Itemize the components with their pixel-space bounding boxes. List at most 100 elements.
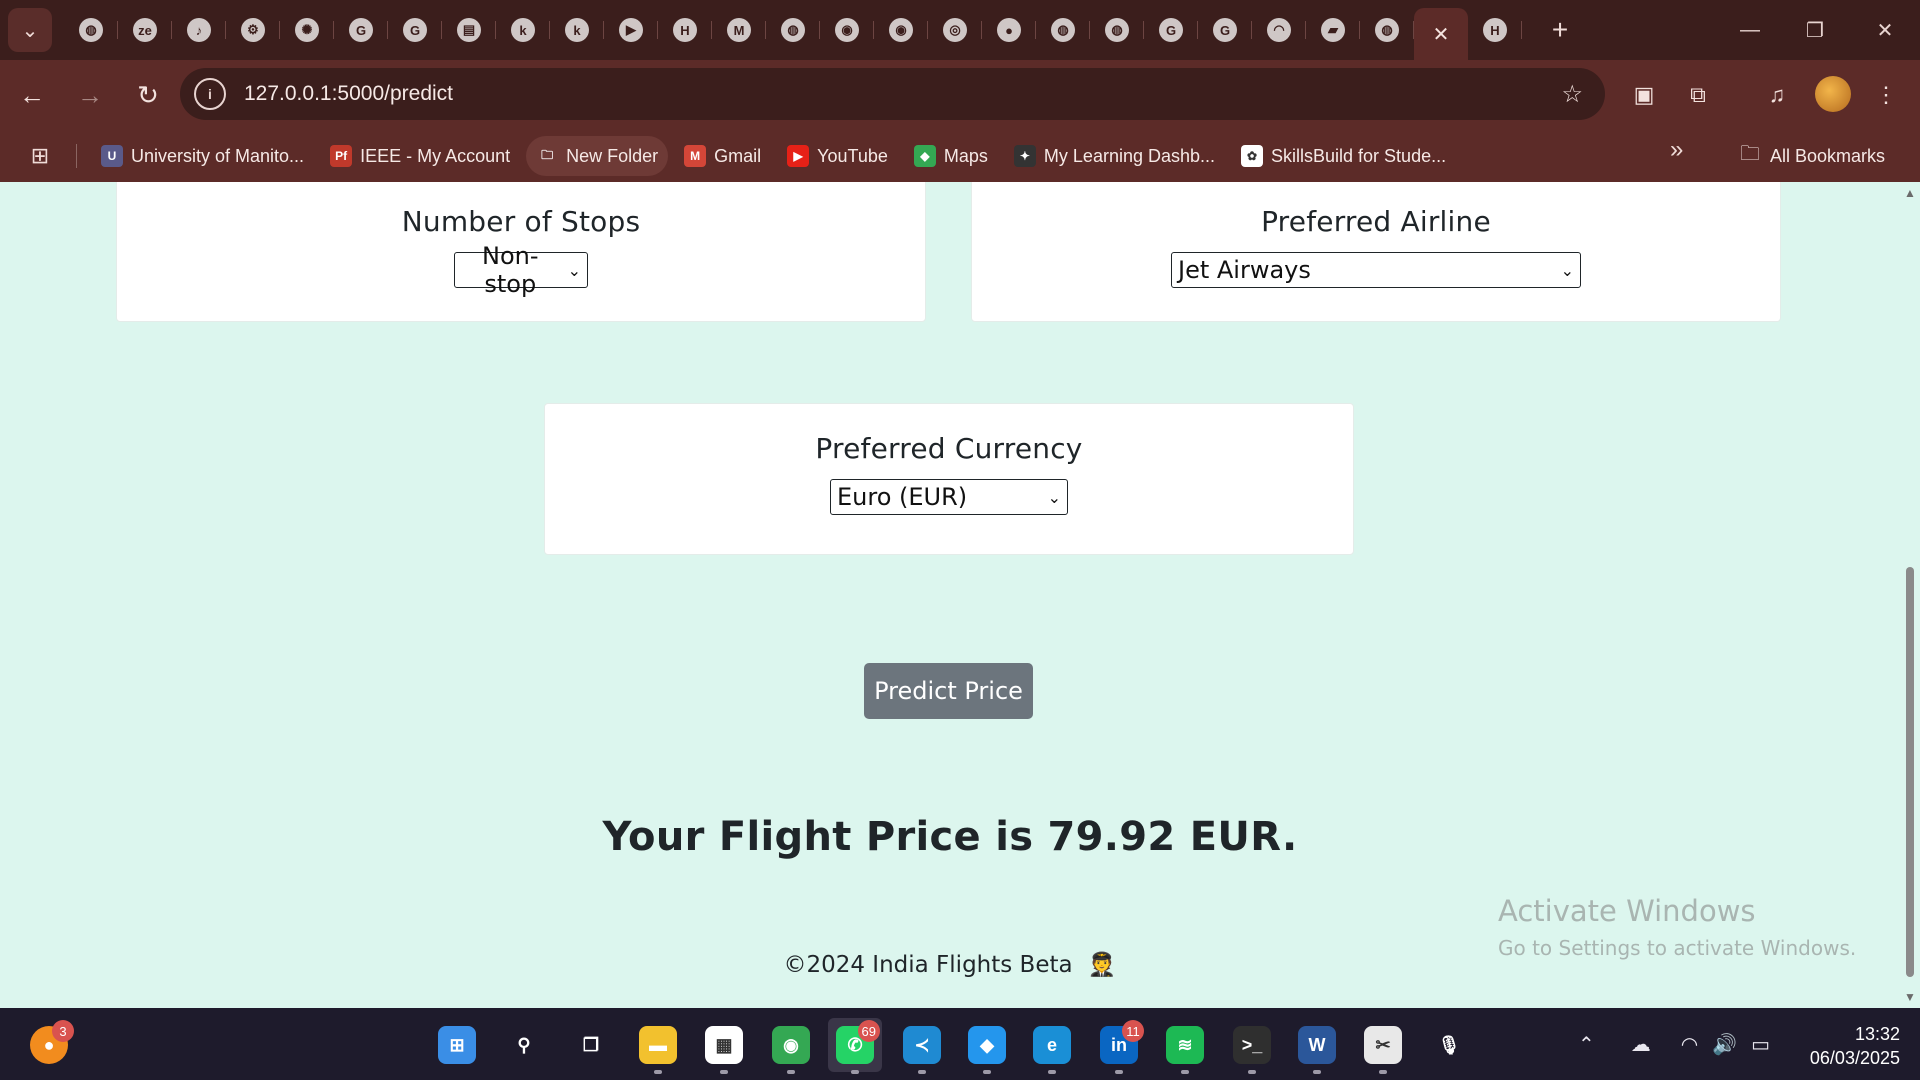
bookmark-star-icon[interactable]: ☆ bbox=[1561, 80, 1583, 109]
browser-tab[interactable]: ▶ bbox=[604, 8, 658, 52]
browser-tab[interactable]: H bbox=[658, 8, 712, 52]
browser-tab[interactable]: ✺ bbox=[280, 8, 334, 52]
bookmark-favicon-icon: ▶ bbox=[787, 145, 810, 167]
apps-grid-icon[interactable]: ⊞ bbox=[22, 138, 58, 174]
media-control-icon[interactable]: ♫ bbox=[1755, 73, 1799, 117]
airline-select[interactable]: Jet Airways ⌄ bbox=[1171, 252, 1581, 288]
browser-tab[interactable]: ◍ bbox=[1036, 8, 1090, 52]
browser-tab[interactable]: G bbox=[388, 8, 442, 52]
bookmark-item[interactable]: ✦ My Learning Dashb... bbox=[1004, 136, 1225, 176]
bookmark-favicon-icon: M bbox=[684, 145, 707, 167]
browser-tab[interactable]: ◉ bbox=[820, 8, 874, 52]
browser-tab[interactable]: ◍ bbox=[1090, 8, 1144, 52]
browser-tab[interactable]: ♪ bbox=[172, 8, 226, 52]
scroll-down-icon[interactable]: ▼ bbox=[1904, 990, 1916, 1004]
browser-tab[interactable]: ▤ bbox=[442, 8, 496, 52]
volume-icon[interactable]: 🔊 bbox=[1712, 1032, 1737, 1057]
vscode-icon: ≺ bbox=[903, 1026, 941, 1064]
browser-tab[interactable]: ◉ bbox=[874, 8, 928, 52]
bookmark-item[interactable]: ◆ Maps bbox=[904, 136, 998, 176]
browser-tab[interactable]: ⚙ bbox=[226, 8, 280, 52]
word-icon: W bbox=[1298, 1026, 1336, 1064]
wifi-icon[interactable]: ◠ bbox=[1681, 1032, 1698, 1057]
clock[interactable]: 13:32 06/03/2025 bbox=[1790, 1022, 1900, 1070]
page-scrollbar[interactable]: ▲ ▼ bbox=[1900, 182, 1920, 1008]
file-explorer-taskbar-button[interactable]: ▬ bbox=[631, 1018, 685, 1074]
minimize-button[interactable]: — bbox=[1720, 0, 1780, 60]
scroll-up-icon[interactable]: ▲ bbox=[1904, 186, 1916, 200]
onedrive-icon[interactable]: ☁ bbox=[1631, 1032, 1651, 1057]
edge-icon: e bbox=[1033, 1026, 1071, 1064]
browser-tab[interactable]: H bbox=[1468, 8, 1522, 52]
address-bar[interactable]: i 127.0.0.1:5000/predict ☆ bbox=[180, 68, 1605, 120]
browser-tab[interactable]: ◍ bbox=[1360, 8, 1414, 52]
github-icon: ◉ bbox=[835, 18, 859, 42]
site-info-icon[interactable]: i bbox=[194, 78, 226, 110]
bookmark-item[interactable]: M Gmail bbox=[674, 136, 771, 176]
search-taskbar-button[interactable]: ⚲ bbox=[497, 1018, 551, 1072]
browser-tab[interactable]: G bbox=[1144, 8, 1198, 52]
notification-app[interactable]: ● 3 bbox=[22, 1018, 76, 1072]
browser-tab[interactable]: G bbox=[334, 8, 388, 52]
more-bookmarks-icon[interactable]: » bbox=[1670, 136, 1683, 164]
profile-avatar[interactable] bbox=[1815, 76, 1851, 112]
whatsapp-taskbar-button[interactable]: ✆ 69 bbox=[828, 1018, 882, 1074]
extensions-puzzle-icon[interactable]: ⧉ bbox=[1676, 73, 1720, 117]
browser-tab[interactable]: ● bbox=[982, 8, 1036, 52]
browser-tab[interactable]: ◍ bbox=[766, 8, 820, 52]
browser-tab[interactable]: G bbox=[1198, 8, 1252, 52]
store-taskbar-button[interactable]: ▦ bbox=[697, 1018, 751, 1074]
edge-taskbar-button[interactable]: e bbox=[1025, 1018, 1079, 1074]
blank-icon: ● bbox=[997, 18, 1021, 42]
battery-icon[interactable]: ▭ bbox=[1751, 1032, 1770, 1057]
all-bookmarks-button[interactable]: 🗀 All Bookmarks bbox=[1740, 136, 1885, 176]
chevron-up-icon[interactable]: ⌃ bbox=[1578, 1032, 1595, 1057]
task-view-taskbar-button[interactable]: ❐ bbox=[564, 1018, 618, 1072]
restore-button[interactable]: ❐ bbox=[1785, 0, 1845, 60]
stops-select[interactable]: Non-stop ⌄ bbox=[454, 242, 588, 298]
new-tab-button[interactable]: + bbox=[1540, 14, 1580, 46]
bookmark-item[interactable]: ✿ SkillsBuild for Stude... bbox=[1231, 136, 1456, 176]
close-tab-icon[interactable]: ✕ bbox=[1433, 22, 1450, 47]
active-tab[interactable]: ✕ bbox=[1414, 8, 1468, 60]
bookmark-item[interactable]: Pf IEEE - My Account bbox=[320, 136, 520, 176]
linkedin-taskbar-button[interactable]: in 11 bbox=[1092, 1018, 1146, 1074]
snipping-tool-taskbar-button[interactable]: ✂ bbox=[1356, 1018, 1410, 1074]
currency-select[interactable]: Euro (EUR) ⌄ bbox=[830, 479, 1068, 515]
bookmark-item[interactable]: ▶ YouTube bbox=[777, 136, 898, 176]
word-taskbar-button[interactable]: W bbox=[1290, 1018, 1344, 1074]
browser-tab[interactable]: ze bbox=[118, 8, 172, 52]
chevron-down-icon: ⌄ bbox=[21, 19, 39, 42]
docker-icon: ◆ bbox=[968, 1026, 1006, 1064]
url-text[interactable]: 127.0.0.1:5000/predict bbox=[244, 82, 453, 106]
file-explorer-icon: ▬ bbox=[639, 1026, 677, 1064]
terminal-taskbar-button[interactable]: >_ bbox=[1225, 1018, 1279, 1074]
browser-tab[interactable]: k bbox=[550, 8, 604, 52]
stops-select-value: Non-stop bbox=[482, 242, 539, 298]
menu-icon[interactable]: ⋮ bbox=[1864, 73, 1908, 117]
back-button[interactable]: ← bbox=[6, 69, 58, 121]
bookmark-item[interactable]: 🗀 New Folder bbox=[526, 136, 669, 176]
browser-tab[interactable]: ◠ bbox=[1252, 8, 1306, 52]
close-window-button[interactable]: ✕ bbox=[1855, 0, 1915, 60]
bookmark-item[interactable]: U University of Manito... bbox=[91, 136, 314, 176]
reload-button[interactable]: ↻ bbox=[122, 69, 174, 121]
browser-tab[interactable]: k bbox=[496, 8, 550, 52]
store-icon: ▦ bbox=[705, 1026, 743, 1064]
zeta-icon: ze bbox=[133, 18, 157, 42]
vscode-taskbar-button[interactable]: ≺ bbox=[895, 1018, 949, 1074]
start-button-taskbar-button[interactable]: ⊞ bbox=[430, 1018, 484, 1072]
chrome-taskbar-button[interactable]: ◉ bbox=[764, 1018, 818, 1074]
browser-tab[interactable]: ◎ bbox=[928, 8, 982, 52]
tab-search-button[interactable]: ⌄ bbox=[8, 8, 52, 52]
forward-button[interactable]: → bbox=[64, 69, 116, 121]
docker-taskbar-button[interactable]: ◆ bbox=[960, 1018, 1014, 1074]
browser-tab[interactable]: ▰ bbox=[1306, 8, 1360, 52]
browser-tab[interactable]: ◍ bbox=[64, 8, 118, 52]
predict-price-button[interactable]: Predict Price bbox=[864, 663, 1033, 719]
browser-tab[interactable]: M bbox=[712, 8, 766, 52]
scroll-thumb[interactable] bbox=[1906, 567, 1914, 977]
microphone-taskbar-button[interactable]: 🎙 bbox=[1422, 1018, 1476, 1072]
extension-icon[interactable]: ▣ bbox=[1622, 73, 1666, 117]
spotify-taskbar-button[interactable]: ≋ bbox=[1158, 1018, 1212, 1074]
